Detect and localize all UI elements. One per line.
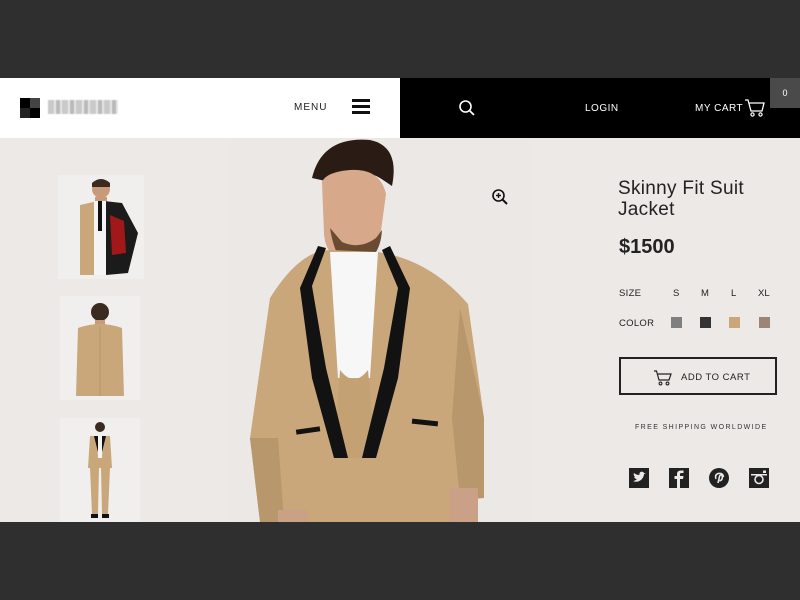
color-swatch-tan[interactable] [729,317,740,328]
product-title: Skinny Fit Suit Jacket [618,178,744,220]
add-to-cart-button[interactable]: ADD TO CART [619,357,777,395]
hamburger-icon[interactable] [352,99,370,115]
add-to-cart-label: ADD TO CART [681,372,751,383]
cart-icon [654,370,672,386]
main-product-image [230,138,530,522]
thumbnail-back[interactable] [60,296,140,400]
menu-label[interactable]: MENU [294,102,327,113]
size-option-l[interactable]: L [731,288,736,299]
search-icon[interactable] [458,99,476,117]
product-page: MENU LOGIN MY CART 0 Skinny Fit Suit Jac… [0,78,800,522]
logo-text-blurred [48,100,118,114]
cart-icon[interactable] [744,98,766,118]
size-option-s[interactable]: S [673,288,679,299]
size-label: SIZE [619,288,642,299]
thumbnail-front-open[interactable] [58,175,144,279]
color-swatch-charcoal[interactable] [700,317,711,328]
pinterest-icon[interactable] [709,468,729,488]
thumbnail-full-length[interactable] [60,418,140,522]
size-option-xl[interactable]: XL [758,288,770,299]
cart-count-badge[interactable]: 0 [770,78,800,108]
color-swatch-taupe[interactable] [759,317,770,328]
size-option-m[interactable]: M [701,288,709,299]
color-label: COLOR [619,318,655,329]
login-link[interactable]: LOGIN [585,103,619,114]
instagram-icon[interactable] [749,468,769,488]
zoom-in-icon[interactable] [491,188,509,206]
my-cart-link[interactable]: MY CART [695,103,743,114]
twitter-icon[interactable] [629,468,649,488]
header-left: MENU [0,78,400,138]
color-swatch-gray[interactable] [671,317,682,328]
logo-mark[interactable] [20,98,40,118]
product-price: $1500 [619,236,675,258]
shipping-note: FREE SHIPPING WORLDWIDE [635,424,768,431]
facebook-icon[interactable] [669,468,689,488]
